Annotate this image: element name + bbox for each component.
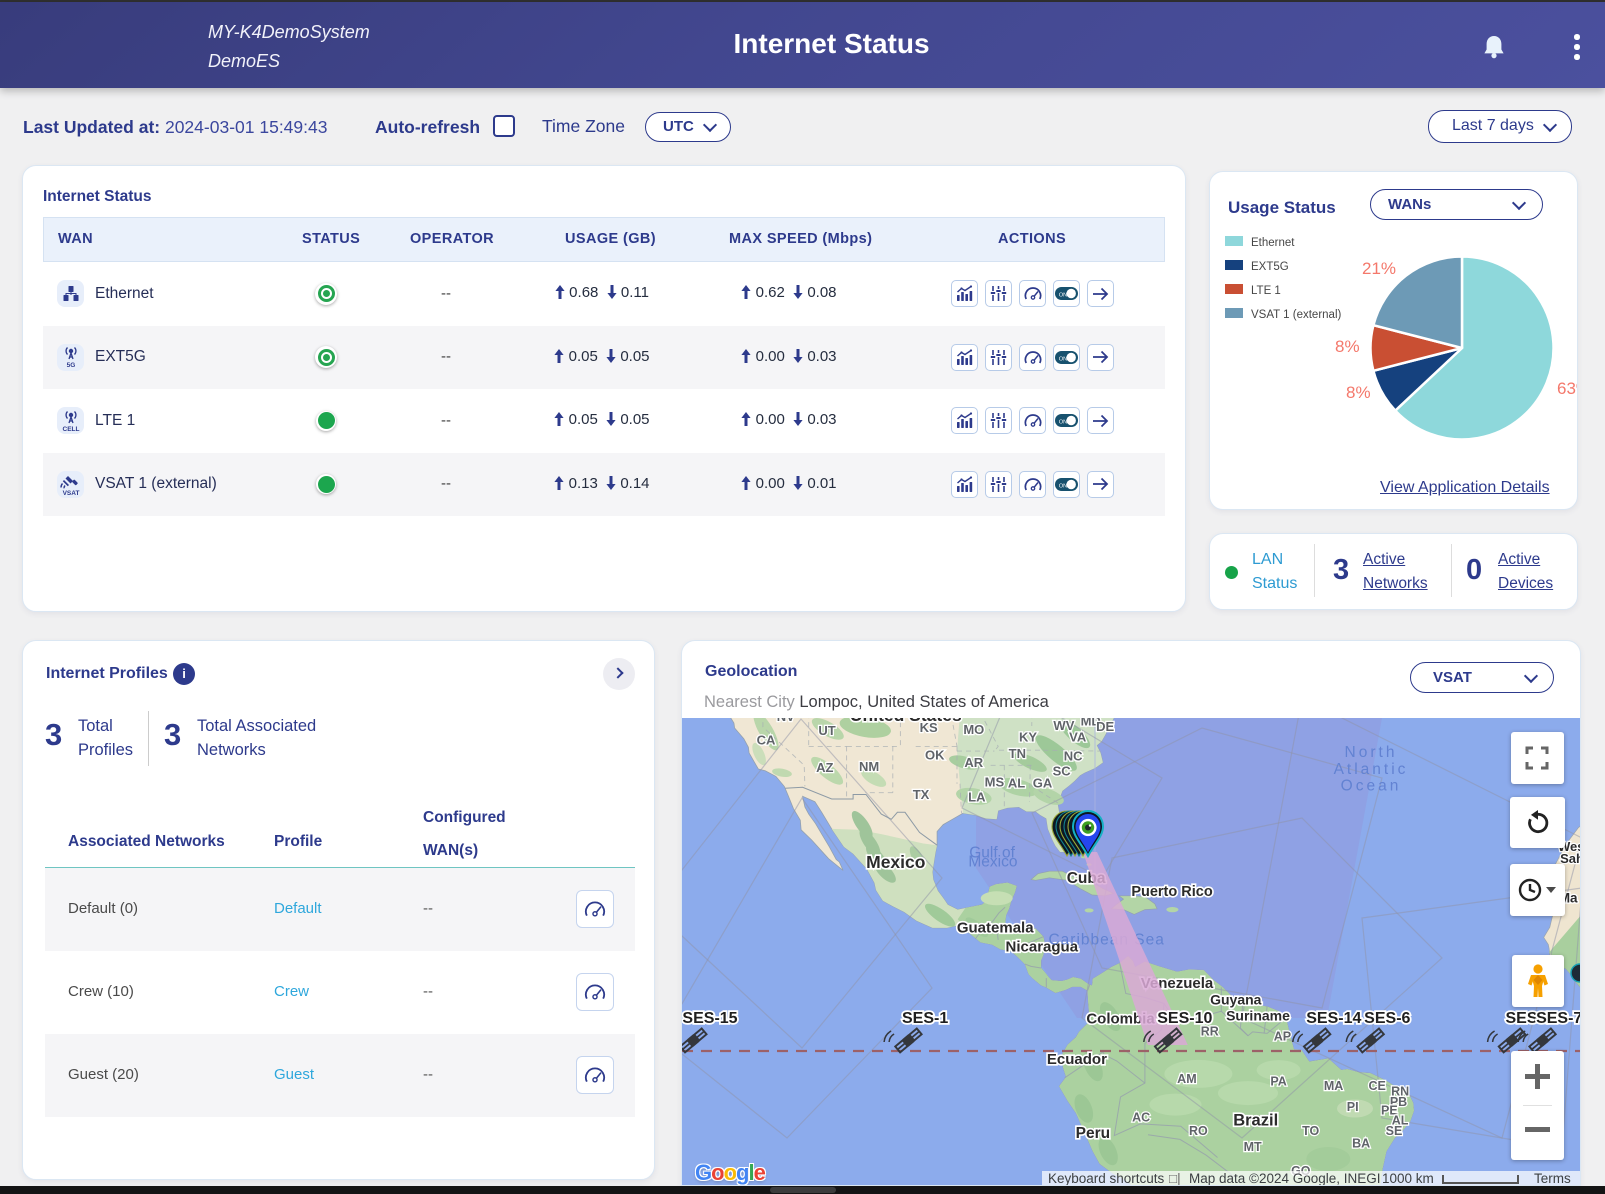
svg-text:Peru: Peru xyxy=(1076,1125,1110,1142)
svg-text:UT: UT xyxy=(818,723,835,738)
svg-text:AM: AM xyxy=(1177,1072,1196,1086)
svg-text:PA: PA xyxy=(1270,1074,1286,1088)
svg-text:Mexico: Mexico xyxy=(866,852,925,872)
svg-text:KY: KY xyxy=(1019,730,1037,745)
svg-text:Brazil: Brazil xyxy=(1233,1112,1278,1130)
svg-text:TN: TN xyxy=(1009,746,1026,761)
svg-text:United States: United States xyxy=(850,718,962,725)
svg-text:NV: NV xyxy=(777,718,795,724)
svg-text:North: North xyxy=(1345,744,1398,761)
svg-text:SES-15: SES-15 xyxy=(682,1010,737,1027)
svg-text:Mexico: Mexico xyxy=(968,854,1017,871)
svg-text:SE: SE xyxy=(1386,1124,1403,1138)
svg-text:AP: AP xyxy=(1274,1029,1291,1043)
svg-text:GA: GA xyxy=(1033,775,1053,790)
svg-text:ON: ON xyxy=(1059,420,1067,426)
svg-text:Atlantic: Atlantic xyxy=(1334,761,1409,778)
svg-text:CE: CE xyxy=(1369,1079,1386,1093)
svg-text:BA: BA xyxy=(1352,1136,1370,1150)
svg-text:NM: NM xyxy=(859,759,879,774)
svg-text:ON: ON xyxy=(1059,356,1067,362)
svg-text:Suriname: Suriname xyxy=(1226,1007,1290,1023)
svg-text:AZ: AZ xyxy=(816,760,833,775)
svg-text:MT: MT xyxy=(1244,1140,1262,1154)
svg-text:ON: ON xyxy=(1059,483,1067,489)
svg-text:AR: AR xyxy=(964,755,983,770)
svg-text:Caribbean Sea: Caribbean Sea xyxy=(1048,932,1164,949)
svg-text:AC: AC xyxy=(1132,1111,1150,1125)
svg-text:OK: OK xyxy=(925,748,945,763)
svg-text:AL: AL xyxy=(1008,775,1025,790)
svg-text:MA: MA xyxy=(1324,1079,1343,1093)
svg-text:KS: KS xyxy=(920,720,938,735)
svg-text:5G: 5G xyxy=(66,362,75,368)
svg-text:SES-14: SES-14 xyxy=(1306,1010,1361,1027)
svg-text:NC: NC xyxy=(1064,749,1083,764)
svg-text:VSAT: VSAT xyxy=(62,490,79,496)
svg-text:CELL: CELL xyxy=(62,426,79,432)
svg-text:CA: CA xyxy=(757,733,776,748)
svg-text:PI: PI xyxy=(1347,1100,1359,1114)
svg-text:SES-1: SES-1 xyxy=(902,1010,948,1027)
svg-text:SES-10: SES-10 xyxy=(1157,1010,1212,1027)
svg-text:MO: MO xyxy=(963,722,984,737)
svg-text:TX: TX xyxy=(913,787,930,802)
svg-text:ON: ON xyxy=(1059,293,1067,299)
svg-text:RO: RO xyxy=(1189,1124,1208,1138)
svg-text:Ecuador: Ecuador xyxy=(1047,1051,1107,1068)
svg-text:DE: DE xyxy=(1096,719,1114,734)
svg-text:SC: SC xyxy=(1053,763,1072,778)
svg-text:TO: TO xyxy=(1302,1124,1319,1138)
svg-text:VA: VA xyxy=(1069,730,1087,745)
svg-text:MS: MS xyxy=(985,774,1005,789)
svg-text:Guatemala: Guatemala xyxy=(957,919,1034,936)
svg-text:Ocean: Ocean xyxy=(1341,778,1402,795)
svg-text:Guyana: Guyana xyxy=(1210,991,1262,1007)
svg-text:LA: LA xyxy=(968,790,986,805)
svg-text:SES-7: SES-7 xyxy=(1536,1010,1581,1027)
svg-text:Puerto Rico: Puerto Rico xyxy=(1131,884,1213,900)
svg-text:SES-6: SES-6 xyxy=(1364,1010,1410,1027)
